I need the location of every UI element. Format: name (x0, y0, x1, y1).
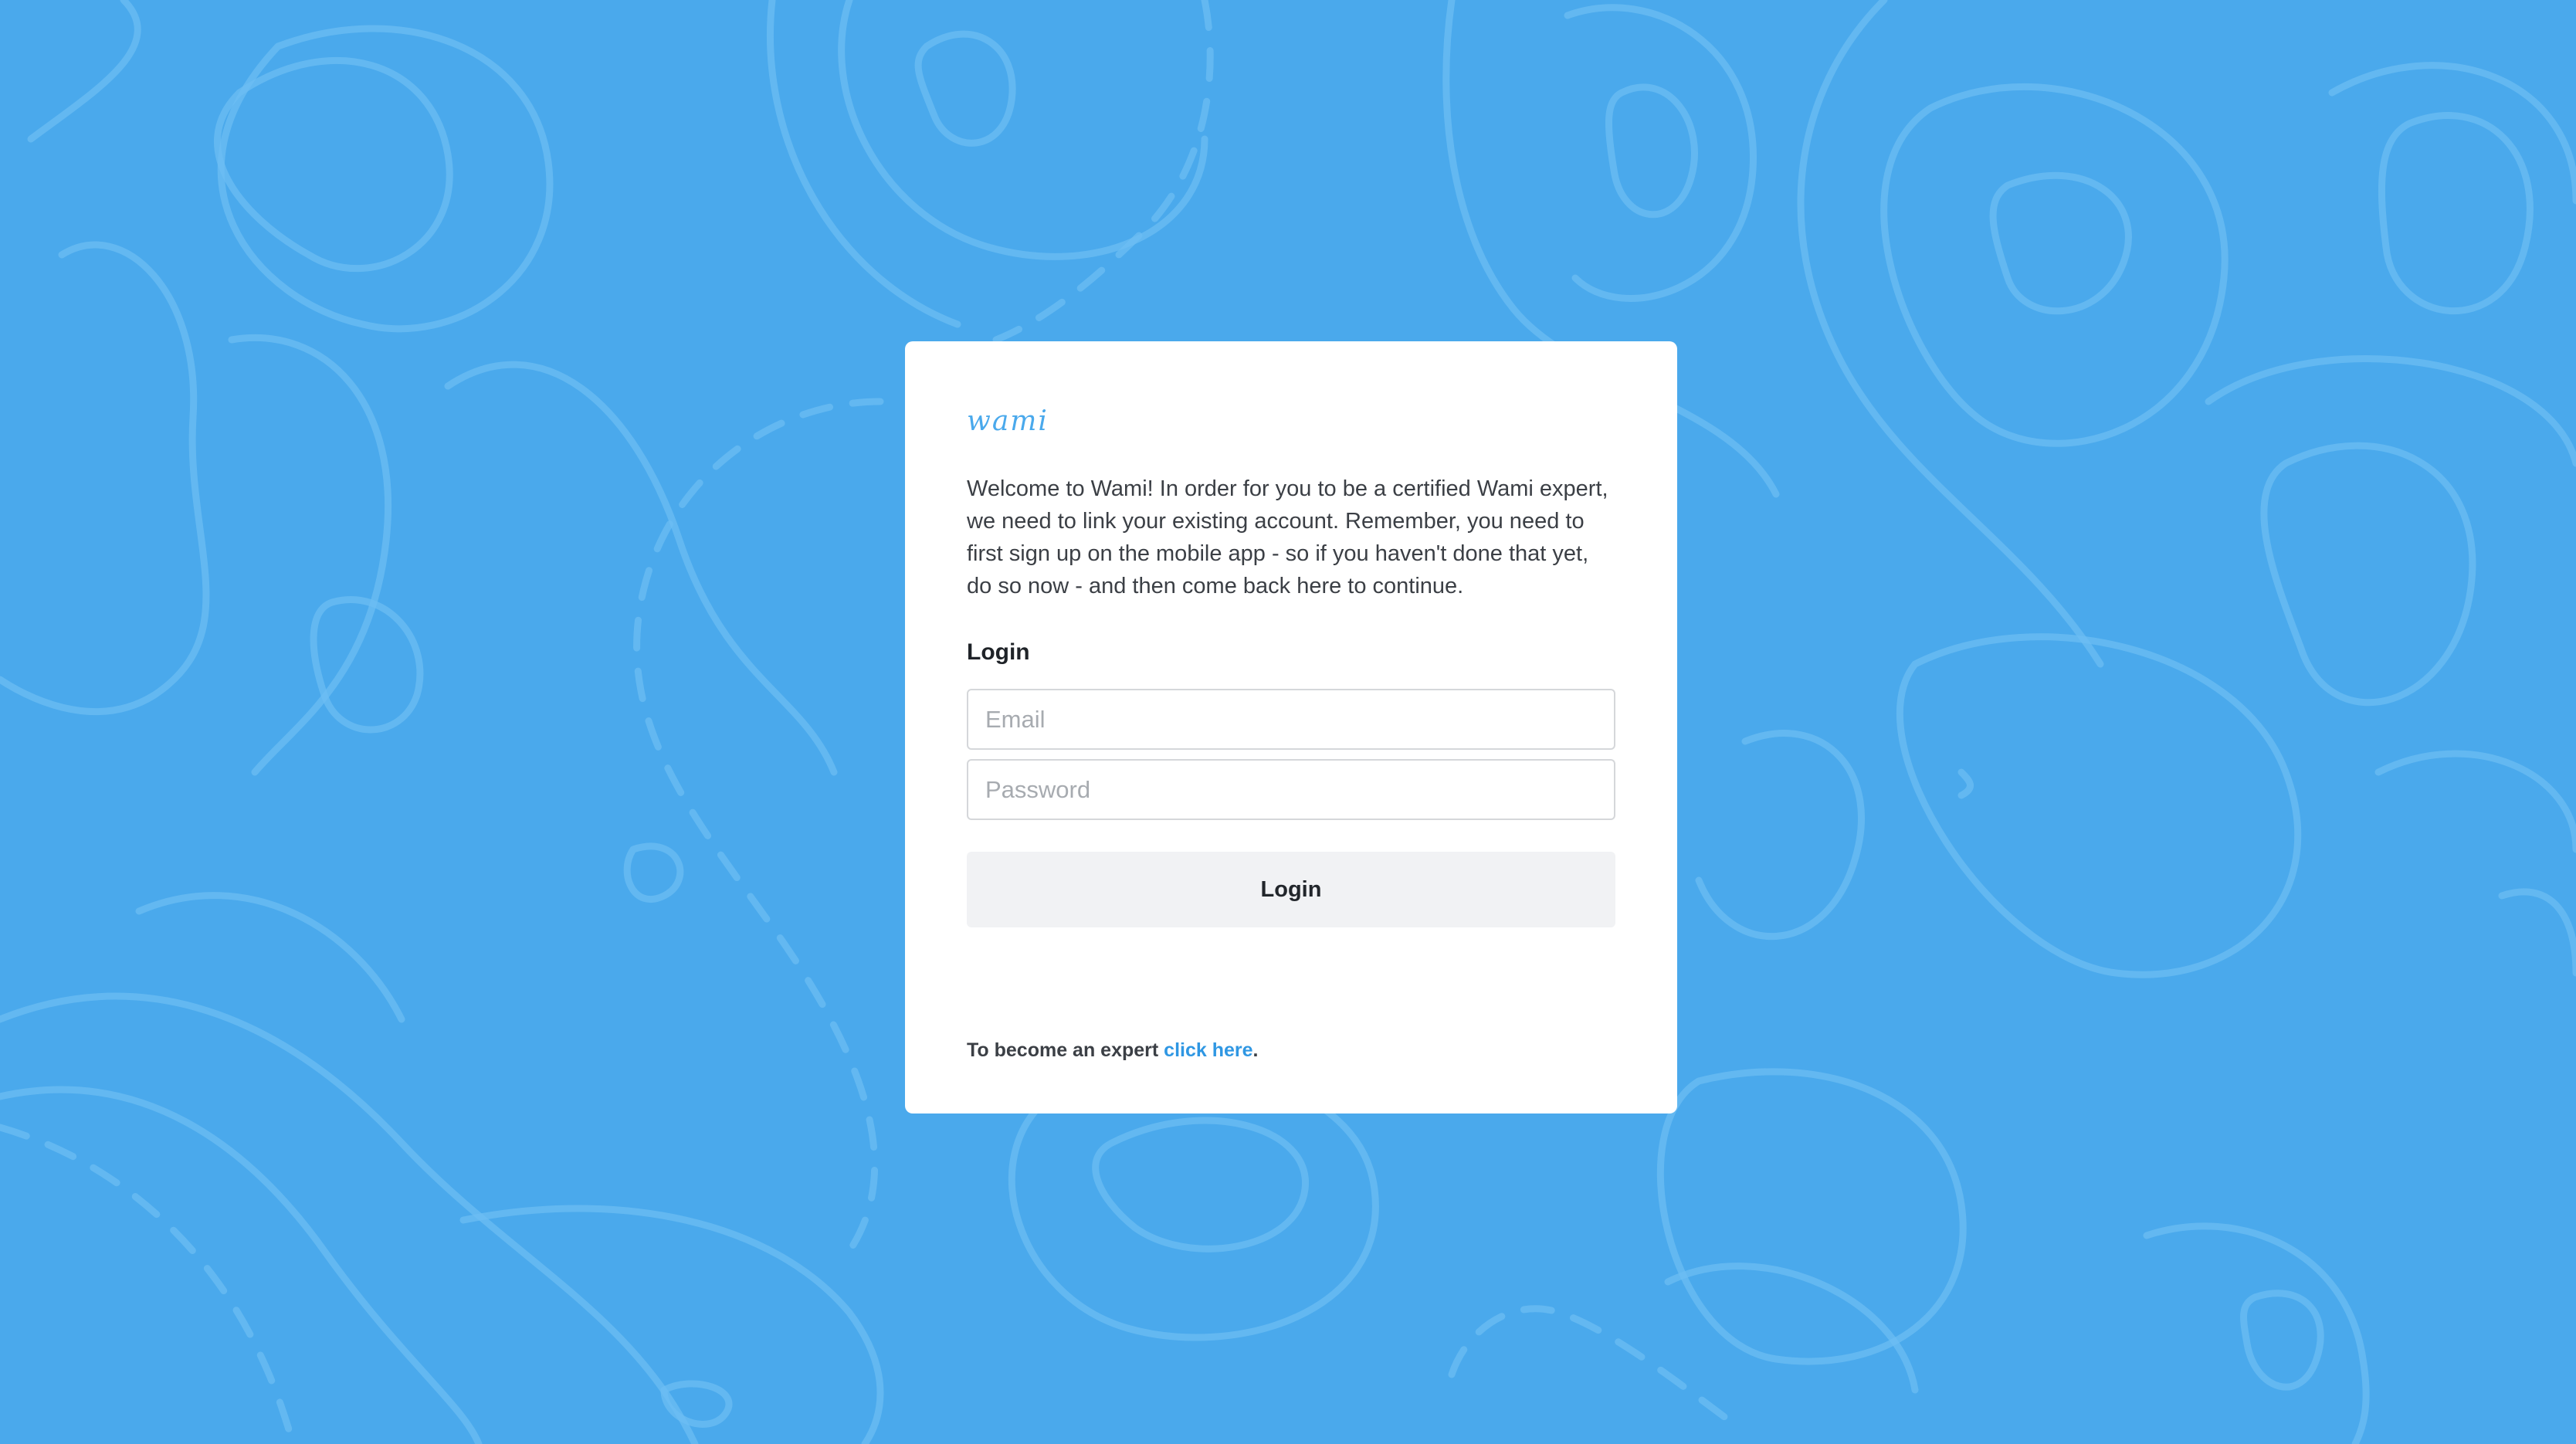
password-field[interactable] (967, 759, 1615, 820)
email-field[interactable] (967, 689, 1615, 750)
login-button[interactable]: Login (967, 852, 1615, 927)
footer-text: To become an expert (967, 1039, 1164, 1061)
login-heading: Login (967, 639, 1030, 665)
click-here-link[interactable]: click here (1164, 1039, 1252, 1061)
login-card: wami Welcome to Wami! In order for you t… (905, 341, 1677, 1114)
footer-suffix: . (1252, 1039, 1259, 1061)
welcome-text: Welcome to Wami! In order for you to be … (967, 476, 1608, 598)
become-expert-footer: To become an expert click here. (967, 1039, 1258, 1062)
wami-logo: wami (967, 405, 1049, 437)
